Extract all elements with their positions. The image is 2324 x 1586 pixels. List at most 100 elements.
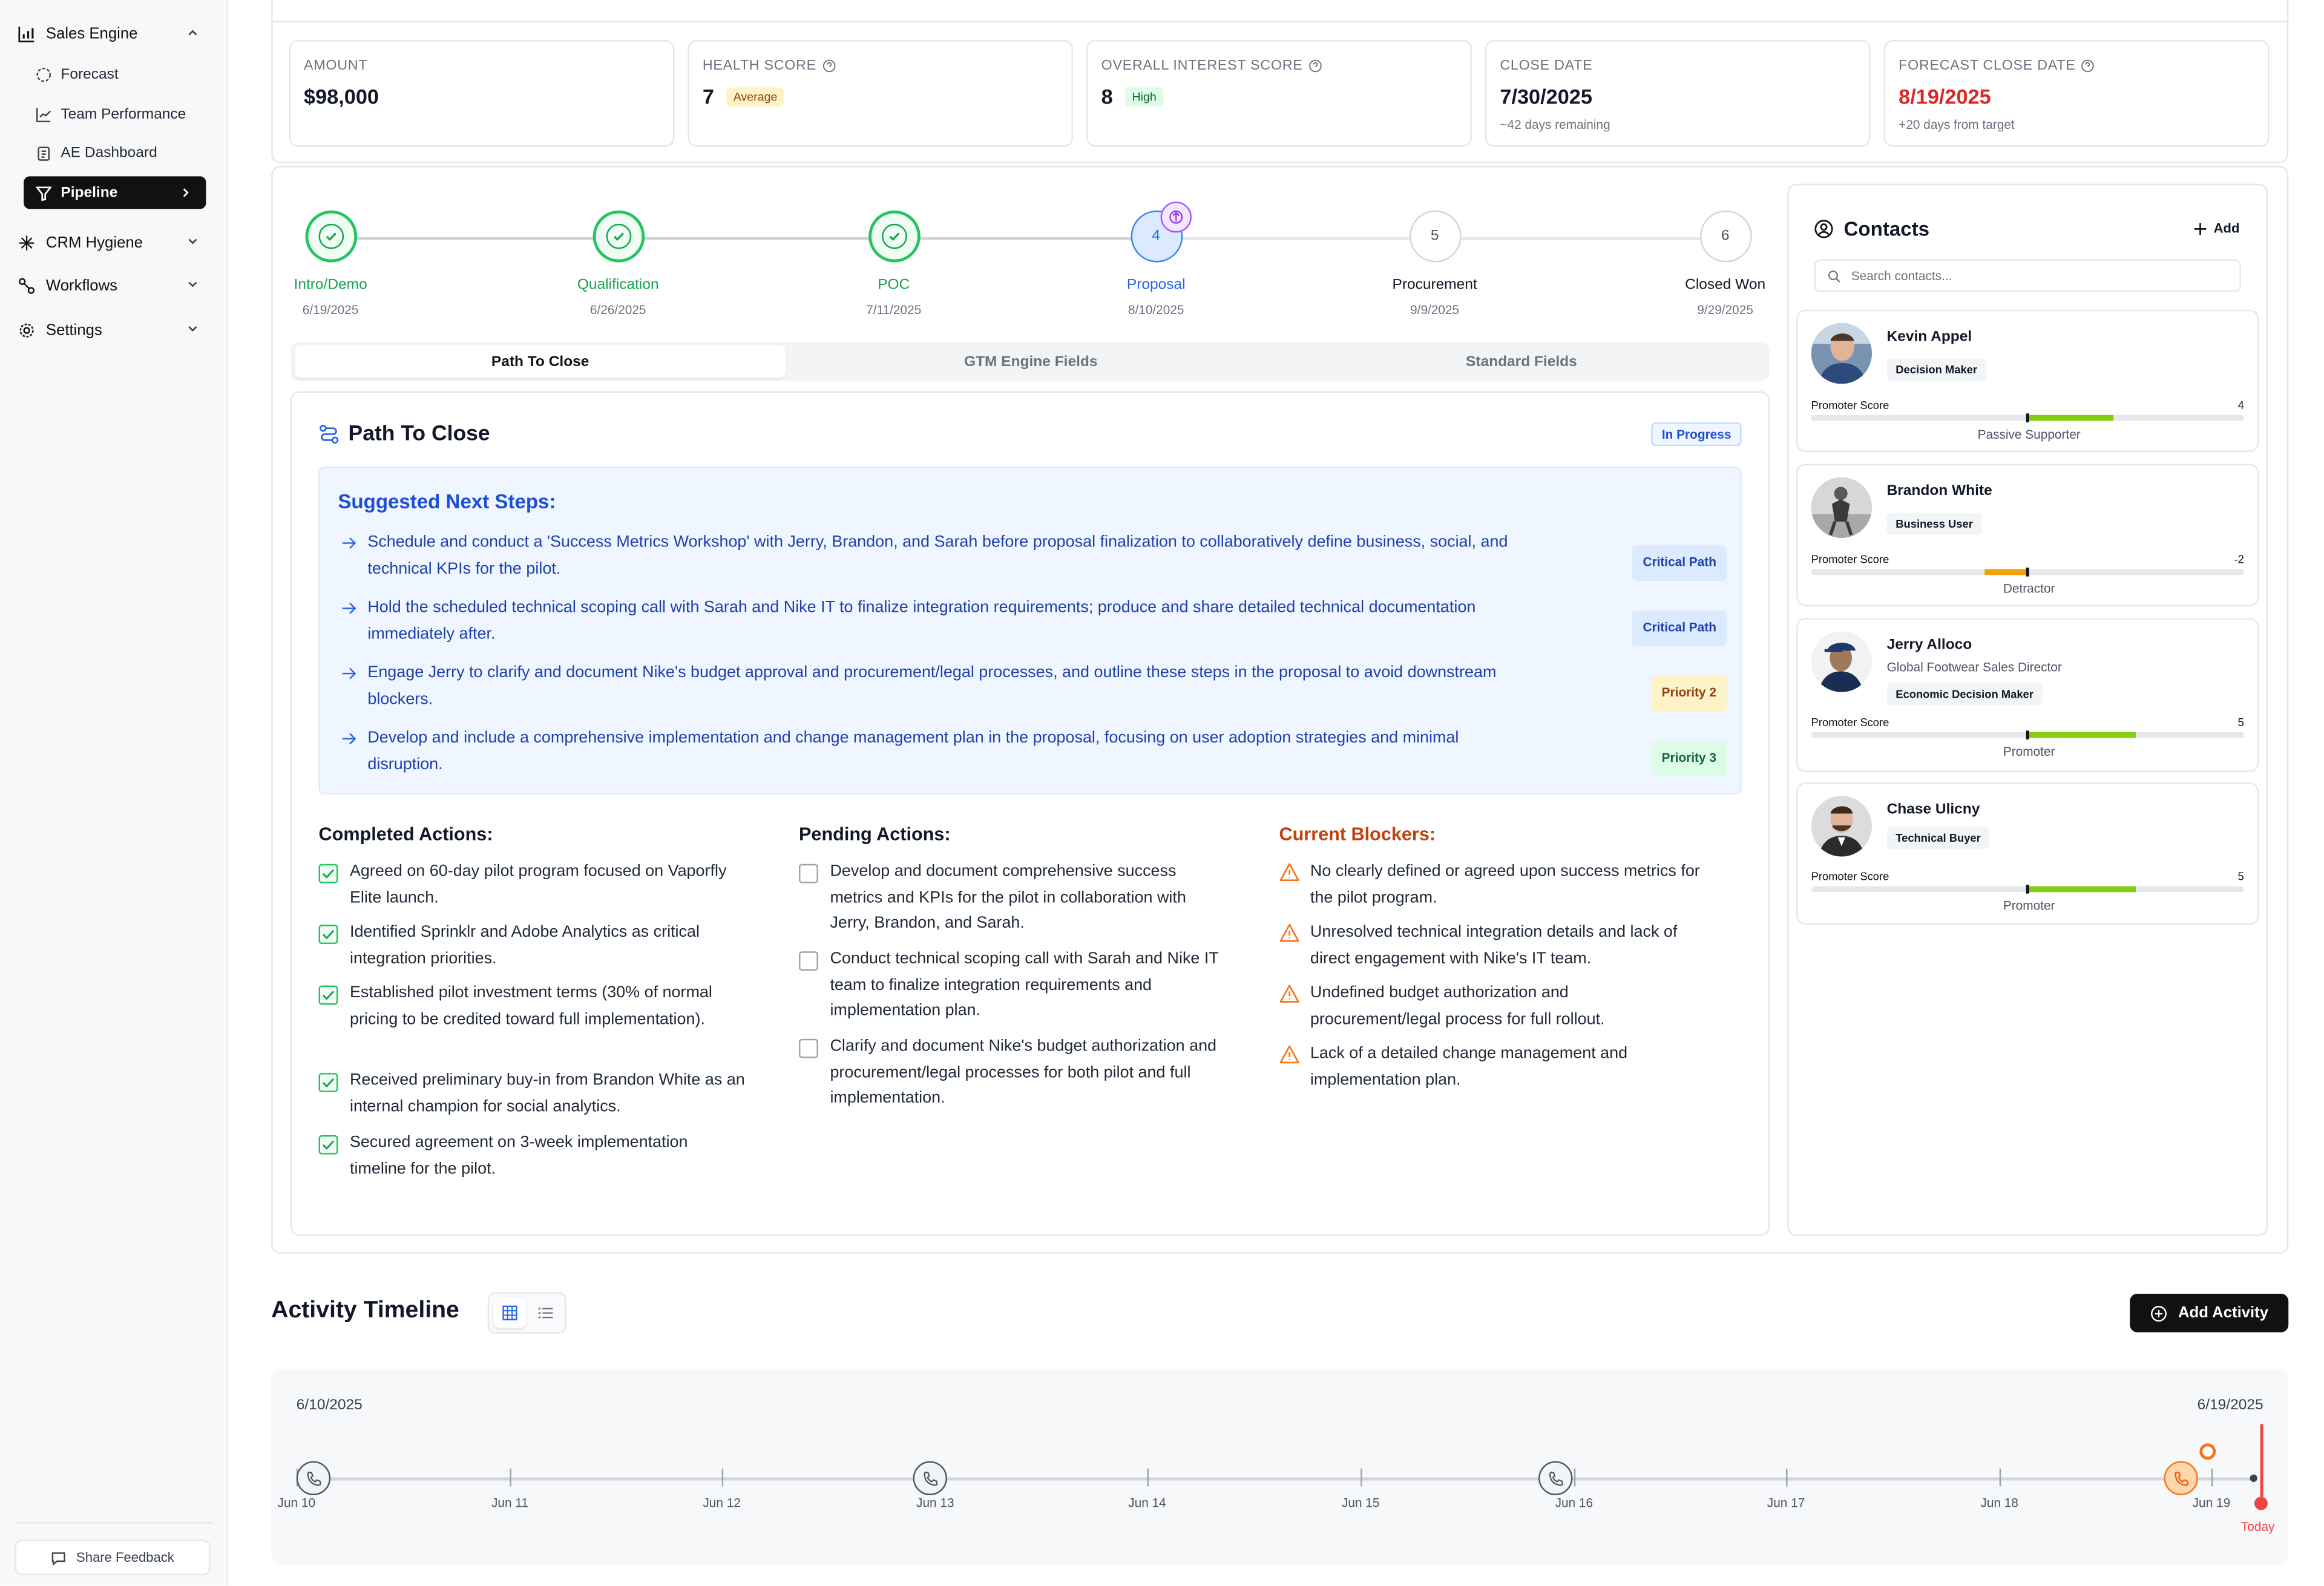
call-activity-marker[interactable] <box>913 1461 947 1496</box>
next-step-item: Engage Jerry to clarify and document Nik… <box>341 661 1727 714</box>
stage-closed-won[interactable]: 6 Closed Won 9/29/2025 <box>1651 210 1799 317</box>
contact-search-input[interactable] <box>1851 268 2222 283</box>
sidebar-group-label: Sales Engine <box>45 25 138 44</box>
chevron-up-icon[interactable] <box>187 27 199 39</box>
avatar <box>1811 796 1873 857</box>
contact-card-brandon-white[interactable]: Brandon White Business User Promoter Sco… <box>1796 464 2259 606</box>
timeline-tick-label: Jun 19 <box>2192 1495 2231 1510</box>
promoter-status: Promoter <box>2003 898 2055 913</box>
call-activity-marker[interactable] <box>1538 1461 1573 1496</box>
promoter-score-value: 5 <box>2237 870 2244 883</box>
target-icon <box>36 66 52 82</box>
next-step-text-line: technical KPIs for the pilot. <box>367 559 561 577</box>
promoter-status: Detractor <box>2003 581 2055 596</box>
chevron-down-icon[interactable] <box>187 235 199 247</box>
stage-qualification[interactable]: Qualification 6/26/2025 <box>544 210 692 317</box>
action-text: Clarify and document Nike's budget autho… <box>830 1034 1216 1112</box>
checkbox-unchecked[interactable] <box>799 863 818 883</box>
grid-view-button[interactable] <box>493 1298 527 1328</box>
avatar <box>1811 631 1873 692</box>
metric-value: 8/19/2025 <box>1899 84 1991 108</box>
share-feedback-button[interactable]: Share Feedback <box>15 1539 211 1576</box>
timeline-tick-label: Jun 14 <box>1128 1495 1166 1510</box>
list-view-button[interactable] <box>529 1298 562 1328</box>
sidebar-group-crm-hygiene[interactable]: CRM Hygiene <box>18 227 207 260</box>
stage-circle <box>592 210 645 263</box>
blocker-text-line: procurement/legal process for full rollo… <box>1310 1009 1605 1028</box>
contact-card-jerry-alloco[interactable]: Jerry Alloco Global Footwear Sales Direc… <box>1796 618 2259 772</box>
promoter-score-fill <box>1984 569 2028 575</box>
promoter-status: Passive Supporter <box>1977 427 2081 442</box>
help-circle-icon[interactable] <box>2081 59 2095 73</box>
contact-card-chase-ulicny[interactable]: Chase Ulicny Technical Buyer Promoter Sc… <box>1796 782 2259 925</box>
action-text: Agreed on 60-day pilot program focused o… <box>350 859 726 911</box>
stage-poc[interactable]: POC 7/11/2025 <box>819 210 968 317</box>
help-circle-icon[interactable] <box>1308 59 1322 73</box>
arrow-right-icon <box>342 537 356 549</box>
checkbox-checked[interactable] <box>318 925 338 945</box>
checkbox-checked[interactable] <box>318 863 338 883</box>
grid-icon <box>502 1305 517 1321</box>
help-circle-icon[interactable] <box>822 59 836 73</box>
contact-name: Chase Ulicny <box>1886 801 1980 818</box>
tab-gtm-engine-fields[interactable]: GTM Engine Fields <box>786 346 1276 378</box>
sidebar-item-team-performance[interactable]: Team Performance <box>24 98 206 131</box>
metric-amount: AMOUNT $98,000 <box>289 40 675 147</box>
stage-date: 8/10/2025 <box>1128 302 1184 318</box>
activity-timeline-title: Activity Timeline <box>271 1298 459 1323</box>
chevron-down-icon[interactable] <box>187 323 199 335</box>
contact-search[interactable] <box>1814 259 2241 292</box>
action-text-line: pricing to be credited toward full imple… <box>349 1009 705 1028</box>
metric-label: HEALTH SCORE <box>703 58 1059 74</box>
sidebar-group-workflows[interactable]: Workflows <box>18 270 207 303</box>
checkbox-checked[interactable] <box>318 1073 338 1092</box>
checkbox-checked[interactable] <box>318 985 338 1005</box>
sidebar-item-forecast[interactable]: Forecast <box>24 58 206 91</box>
stage-proposal[interactable]: 4 Proposal 8/10/2025 <box>1082 210 1230 318</box>
sidebar-item-ae-dashboard[interactable]: AE Dashboard <box>24 136 206 169</box>
checkbox-unchecked[interactable] <box>799 951 818 971</box>
metric-subtext: ~42 days remaining <box>1500 117 1610 132</box>
sidebar-item-pipeline[interactable]: Pipeline <box>24 176 206 209</box>
detail-tabs: Path To Close GTM Engine Fields Standard… <box>290 342 1770 381</box>
call-activity-marker-recent[interactable] <box>2164 1461 2198 1496</box>
tab-path-to-close[interactable]: Path To Close <box>295 345 786 378</box>
activity-indicator-ring[interactable] <box>2199 1443 2216 1460</box>
add-contact-button[interactable]: Add <box>2193 221 2239 235</box>
avatar <box>1811 477 1873 538</box>
priority-tag: Critical Path <box>1632 610 1727 646</box>
timeline-tick-label: Jun 12 <box>703 1495 741 1510</box>
add-activity-button[interactable]: Add Activity <box>2130 1293 2289 1332</box>
contact-card-kevin-appel[interactable]: Kevin Appel Decision Maker Promoter Scor… <box>1796 309 2259 452</box>
tab-standard-fields[interactable]: Standard Fields <box>1276 346 1767 378</box>
arrow-right-icon <box>342 667 356 680</box>
contact-name: Brandon White <box>1886 483 1992 500</box>
metric-forecast-close-date: FORECAST CLOSE DATE 8/19/2025 +20 days f… <box>1883 40 2270 147</box>
stage-procurement[interactable]: 5 Procurement 9/9/2025 <box>1361 210 1509 317</box>
timeline-tick <box>1147 1468 1149 1487</box>
sidebar-group-settings[interactable]: Settings <box>18 314 207 347</box>
promoter-score-bar <box>1811 413 2244 422</box>
promoter-score-value: 4 <box>2237 398 2244 412</box>
blocker-text-line: Undefined budget authorization and <box>1310 984 1569 1002</box>
sidebar-item-label: Team Performance <box>61 106 186 123</box>
status-badge: High <box>1124 87 1164 106</box>
filter-icon <box>35 185 52 201</box>
timeline-tick-label: Jun 17 <box>1767 1495 1805 1510</box>
stage-name: Procurement <box>1392 277 1477 293</box>
ai-insight-icon[interactable] <box>1160 202 1192 233</box>
stage-intro-demo[interactable]: Intro/Demo 6/19/2025 <box>257 210 405 317</box>
sidebar-group-sales-engine[interactable]: Sales Engine <box>18 18 207 50</box>
call-activity-marker[interactable] <box>296 1461 331 1496</box>
completed-actions-title: Completed Actions: <box>318 824 493 845</box>
checkbox-checked[interactable] <box>318 1135 338 1155</box>
check-icon <box>325 232 336 241</box>
chevron-down-icon[interactable] <box>187 278 199 290</box>
current-blockers-title: Current Blockers: <box>1279 824 1436 845</box>
blocker-text-line: implementation plan. <box>1310 1070 1461 1089</box>
sidebar-group-label: Settings <box>45 321 102 339</box>
promoter-score-label: Promoter Score <box>1811 870 1889 883</box>
checkbox-unchecked[interactable] <box>799 1038 818 1058</box>
sidebar-item-label: AE Dashboard <box>61 144 157 161</box>
action-text: Received preliminary buy-in from Brandon… <box>350 1069 745 1121</box>
